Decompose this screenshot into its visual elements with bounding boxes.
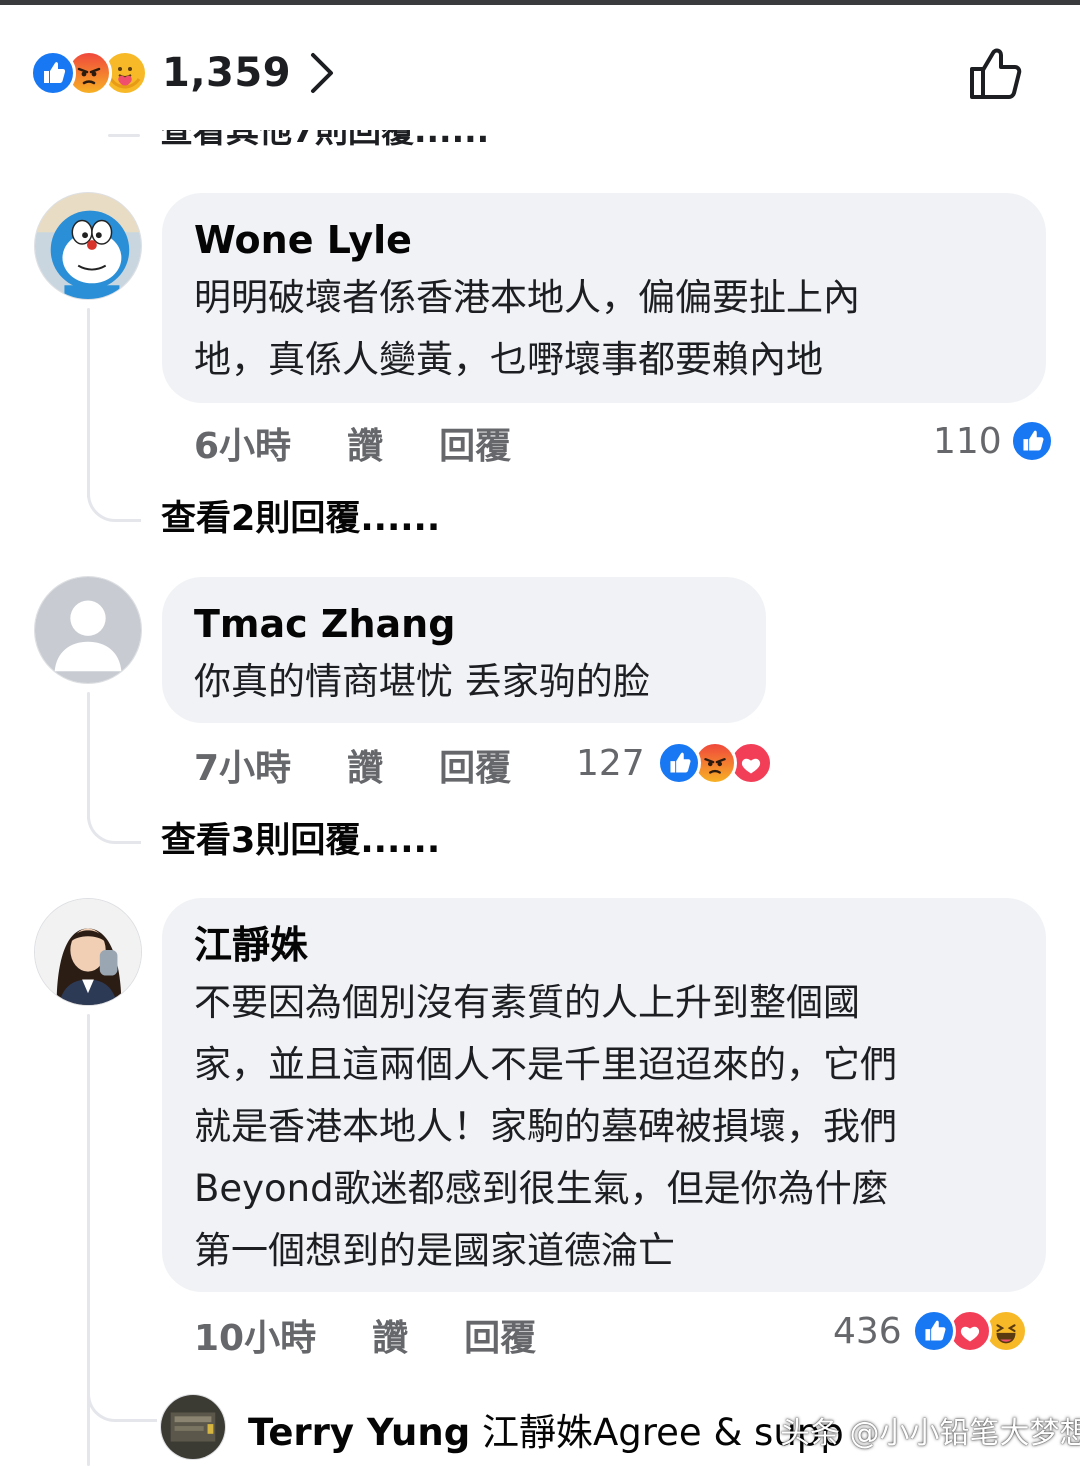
comment-text-line: 明明破壞者係香港本地人，偏偏要扯上內 (194, 276, 860, 319)
thread-line (108, 134, 140, 137)
comment-reactions[interactable]: 110 (933, 416, 1054, 466)
like-icon (30, 50, 76, 96)
comment-author[interactable]: Tmac Zhang (194, 597, 734, 651)
thumbs-up-icon[interactable] (966, 43, 1026, 103)
watermark: 头条 @小小铅笔大梦想 (780, 1416, 1080, 1451)
chevron-right-icon[interactable] (307, 51, 337, 95)
like-button[interactable]: 讚 (347, 739, 383, 791)
comment-text-line: Beyond歌迷都感到很生氣，但是你為什麼 (194, 1167, 889, 1210)
reactions-summary[interactable]: 1,359 (30, 49, 337, 97)
comment-text-line: 家，並且這兩個人不是千里迢迢來的，它們 (194, 1043, 897, 1086)
reply-author[interactable]: Terry Yung (248, 1411, 470, 1454)
thread-line (87, 794, 141, 844)
thread-line (87, 470, 141, 522)
like-icon (911, 1309, 956, 1353)
comment-meta: 10小時 讚 回覆 (194, 1310, 536, 1360)
reaction-count: 1,359 (162, 50, 292, 96)
comment-reaction-count: 436 (833, 1310, 902, 1352)
avatar[interactable] (34, 898, 142, 1006)
comment-text-line: 地，真係人變黃，乜嘢壞事都要賴內地 (194, 338, 823, 381)
avatar[interactable] (160, 1394, 226, 1460)
comment-meta: 7小時 讚 回覆 (194, 740, 511, 790)
comment-author[interactable]: Wone Lyle (194, 213, 1014, 267)
view-replies-link[interactable]: 查看2則回覆...... (161, 490, 440, 541)
like-icon (656, 741, 701, 785)
reply-preview[interactable]: Terry Yung 江靜姝Agree & supp (248, 1402, 844, 1456)
comment-text-line: 就是香港本地人！家駒的墓碑被損壞，我們 (194, 1105, 897, 1148)
reply-button[interactable]: 回覆 (439, 417, 511, 469)
comment-bubble: Tmac Zhang 你真的情商堪忧 丢家驹的脸 (162, 577, 766, 723)
comment-reactions[interactable]: 436 (833, 1306, 1028, 1356)
comment-reactions[interactable]: 127 (576, 738, 773, 788)
comment-text-line: 不要因為個別沒有素質的人上升到整個國 (194, 981, 860, 1024)
avatar[interactable] (34, 576, 142, 684)
avatar[interactable] (34, 192, 142, 300)
like-button[interactable]: 讚 (372, 1309, 408, 1361)
comment-reaction-count: 110 (933, 420, 1002, 462)
comment-time[interactable]: 7小時 (194, 739, 291, 791)
comment-bubble: Wone Lyle 明明破壞者係香港本地人，偏偏要扯上內 地，真係人變黃，乜嘢壞… (162, 193, 1046, 403)
reply-button[interactable]: 回覆 (439, 739, 511, 791)
comment-author[interactable]: 江靜姝 (194, 918, 1014, 972)
comment-text-line: 第一個想到的是國家道德淪亡 (194, 1229, 675, 1272)
like-button[interactable]: 讚 (347, 417, 383, 469)
comment-time[interactable]: 10小時 (194, 1309, 316, 1361)
comment-meta: 6小時 讚 回覆 (194, 418, 511, 468)
comment-text-line: 你真的情商堪忧 丢家驹的脸 (194, 660, 650, 703)
reactions-header: 1,359 (0, 5, 1080, 130)
comment-bubble: 江靜姝 不要因為個別沒有素質的人上升到整個國 家，並且這兩個人不是千里迢迢來的，… (162, 898, 1046, 1292)
like-icon (1009, 419, 1054, 463)
comment-reaction-count: 127 (576, 742, 645, 784)
reply-button[interactable]: 回覆 (464, 1309, 536, 1361)
comment-time[interactable]: 6小時 (194, 417, 291, 469)
thread-line (87, 1382, 157, 1422)
view-replies-link[interactable]: 查看3則回覆...... (161, 812, 440, 863)
